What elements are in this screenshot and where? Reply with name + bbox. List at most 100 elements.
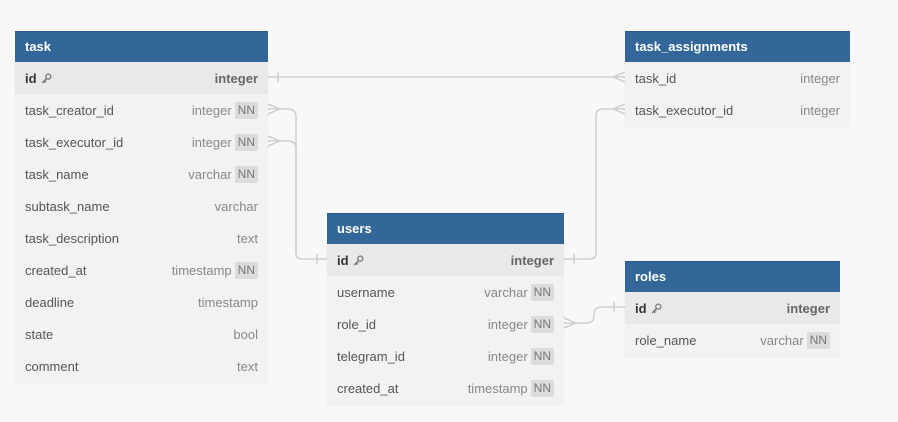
column-type-text: timestamp: [198, 294, 258, 310]
table-header[interactable]: users: [327, 213, 564, 244]
column-name-text: deadline: [25, 294, 75, 310]
column-name-text: role_name: [635, 332, 697, 348]
not-null-badge: NN: [234, 101, 258, 119]
column-type: integer NN: [487, 347, 554, 365]
column-row[interactable]: task_id integer: [625, 62, 850, 94]
column-name: task_name: [25, 167, 89, 182]
column-row[interactable]: id integer: [625, 292, 840, 324]
column-name: task_executor_id: [25, 135, 123, 150]
column-row[interactable]: created_at timestamp NN: [327, 372, 564, 404]
table-rows: id integer task_creator_id integer NN task_ex…: [15, 62, 268, 382]
column-type: varchar NN: [760, 331, 830, 349]
column-name: task_creator_id: [25, 103, 114, 118]
column-type: timestamp: [198, 295, 258, 310]
column-name: subtask_name: [25, 199, 110, 214]
column-name: id: [25, 71, 52, 86]
column-type: varchar NN: [484, 283, 554, 301]
column-type-text: integer: [510, 252, 554, 268]
column-row[interactable]: deadline timestamp: [15, 286, 268, 318]
column-name-text: id: [337, 252, 349, 268]
column-name: created_at: [337, 381, 398, 396]
column-type: timestamp NN: [468, 379, 554, 397]
column-name-text: state: [25, 326, 54, 342]
column-type-text: integer: [786, 300, 830, 316]
table-task[interactable]: task id integer task_creator_id integer NN ta…: [15, 31, 268, 382]
key-icon: [41, 73, 52, 83]
table-task-assignments[interactable]: task_assignments task_id integer task_exec…: [625, 31, 850, 126]
column-row[interactable]: id integer: [327, 244, 564, 276]
column-type: integer: [800, 103, 840, 118]
column-row[interactable]: created_at timestamp NN: [15, 254, 268, 286]
column-name: id: [337, 253, 364, 268]
column-name: role_id: [337, 317, 376, 332]
column-name-text: telegram_id: [337, 348, 405, 364]
column-type: varchar NN: [188, 165, 258, 183]
connector-users-role-id-to-roles-id: [564, 306, 625, 324]
column-name-text: created_at: [25, 262, 87, 278]
column-type: integer: [787, 301, 830, 316]
not-null-badge: NN: [530, 347, 554, 365]
key-icon: [353, 255, 364, 265]
table-rows: id integer username varchar NN role_id integer…: [327, 244, 564, 404]
column-name-text: role_id: [337, 316, 377, 332]
column-row[interactable]: task_executor_id integer: [625, 94, 850, 126]
column-row[interactable]: comment text: [15, 350, 268, 382]
column-name: username: [337, 285, 395, 300]
column-name-text: id: [25, 70, 37, 86]
column-name-text: task_executor_id: [25, 134, 124, 150]
not-null-badge: NN: [530, 283, 554, 301]
column-type: text: [237, 359, 258, 374]
column-name-text: created_at: [337, 380, 399, 396]
table-header[interactable]: task: [15, 31, 268, 62]
not-null-badge: NN: [234, 165, 258, 183]
column-name: id: [635, 301, 662, 316]
column-type: integer: [800, 71, 840, 86]
column-name-text: username: [337, 284, 395, 300]
column-row[interactable]: task_name varchar NN: [15, 158, 268, 190]
column-type: integer NN: [488, 315, 554, 333]
column-name: comment: [25, 359, 78, 374]
column-row[interactable]: username varchar NN: [327, 276, 564, 308]
not-null-badge: NN: [234, 261, 258, 279]
connector-task-creator-id-to-users-id: [268, 108, 327, 260]
column-name: created_at: [25, 263, 86, 278]
table-users[interactable]: users id integer username varchar NN role_id i…: [327, 213, 564, 404]
column-type-text: varchar: [484, 284, 528, 300]
column-type: text: [237, 231, 258, 246]
column-row[interactable]: state bool: [15, 318, 268, 350]
table-roles[interactable]: roles id integer role_name varchar NN: [625, 261, 840, 356]
column-row[interactable]: role_id integer NN: [327, 308, 564, 340]
column-type-text: text: [237, 358, 258, 374]
column-row[interactable]: telegram_id integer NN: [327, 340, 564, 372]
not-null-badge: NN: [530, 379, 554, 397]
column-row[interactable]: subtask_name varchar: [15, 190, 268, 222]
column-row[interactable]: task_creator_id integer NN: [15, 94, 268, 126]
column-name-text: task_description: [25, 230, 119, 246]
column-type-text: varchar: [214, 198, 258, 214]
column-type-text: integer: [214, 70, 258, 86]
column-name: task_description: [25, 231, 119, 246]
table-header[interactable]: task_assignments: [625, 31, 850, 62]
column-name-text: task_executor_id: [635, 102, 734, 118]
column-type: integer NN: [191, 101, 258, 119]
column-name-text: task_creator_id: [25, 102, 114, 118]
table-rows: id integer role_name varchar NN: [625, 292, 840, 356]
column-type-text: integer: [191, 102, 232, 118]
column-name: task_id: [635, 71, 676, 86]
column-type-text: integer: [191, 134, 232, 150]
connector-task-assignments-executor-to-users-id: [564, 108, 625, 260]
table-header[interactable]: roles: [625, 261, 840, 292]
column-type-text: varchar: [188, 166, 232, 182]
column-type-text: text: [237, 230, 258, 246]
column-row[interactable]: role_name varchar NN: [625, 324, 840, 356]
column-row[interactable]: task_description text: [15, 222, 268, 254]
column-row[interactable]: id integer: [15, 62, 268, 94]
column-type-text: timestamp: [171, 262, 232, 278]
column-name: telegram_id: [337, 349, 405, 364]
not-null-badge: NN: [530, 315, 554, 333]
column-type-text: varchar: [760, 332, 804, 348]
column-row[interactable]: task_executor_id integer NN: [15, 126, 268, 158]
key-icon: [651, 303, 662, 313]
connector-task-executor-id-to-users-id: [268, 140, 297, 253]
column-type-text: integer: [487, 348, 528, 364]
